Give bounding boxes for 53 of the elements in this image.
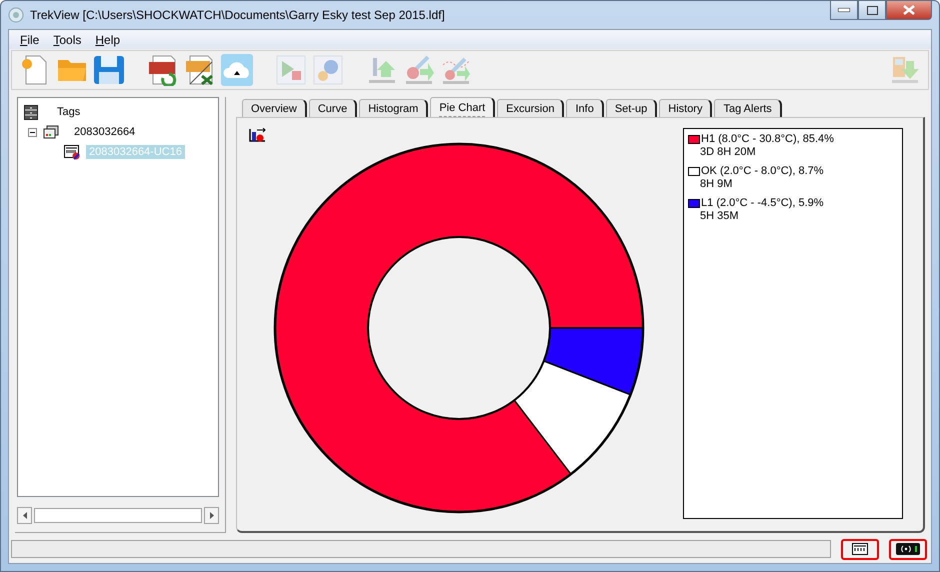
- scroll-left-button[interactable]: [17, 507, 32, 524]
- tab[interactable]: Curve: [308, 99, 358, 117]
- device-stack-icon: [43, 125, 59, 139]
- upload-arrow-icon: [367, 55, 397, 85]
- tab[interactable]: Set-up: [606, 99, 658, 117]
- minimize-icon: [838, 8, 850, 12]
- window-title: TrekView [C:\Users\SHOCKWATCH\Documents\Garry Esky test Sep 2015.ldf]: [30, 8, 445, 22]
- menu-item[interactable]: Help: [88, 32, 128, 46]
- legend-label: OK (2.0°C - 8.0°C), 8.7%: [701, 165, 824, 178]
- maximize-button[interactable]: [858, 1, 886, 20]
- toolbar-button[interactable]: [92, 53, 126, 87]
- pdf-document-icon: [147, 54, 179, 86]
- tag-device-icon: [852, 543, 868, 555]
- maximize-icon: [866, 6, 878, 14]
- tree-item[interactable]: 2083032664: [71, 125, 138, 139]
- right-arrow-icon: [210, 512, 214, 519]
- cloud-upload-icon: [221, 54, 253, 86]
- menu-item[interactable]: Tools: [46, 32, 88, 46]
- tab[interactable]: Pie Chart: [430, 97, 496, 117]
- legend-duration: 3D 8H 20M: [699, 146, 757, 159]
- tab[interactable]: Overview: [242, 99, 307, 117]
- save-icon: [93, 55, 125, 85]
- legend-label: H1 (8.0°C - 30.8°C), 85.4%: [701, 133, 834, 146]
- minimize-button[interactable]: [830, 1, 858, 20]
- menu-item[interactable]: File: [13, 32, 46, 46]
- tag-device-icon: [64, 144, 80, 160]
- legend-duration: 8H 9M: [699, 178, 734, 191]
- csv-document-icon: [184, 54, 216, 86]
- thermometer-chart-icon: [441, 55, 471, 85]
- collapse-icon[interactable]: [28, 128, 37, 136]
- scrollbar-track[interactable]: [34, 508, 202, 523]
- chart-export-icon[interactable]: [249, 128, 266, 142]
- tab[interactable]: Histogram: [359, 99, 428, 117]
- cabinet-icon: [24, 104, 38, 120]
- scroll-right-button[interactable]: [204, 507, 219, 524]
- wireless-reader-icon: [896, 543, 920, 555]
- legend-label: L1 (2.0°C - -4.5°C), 5.9%: [701, 197, 824, 210]
- tab[interactable]: History: [659, 99, 712, 117]
- left-arrow-icon: [22, 512, 26, 519]
- tab[interactable]: Excursion: [497, 99, 564, 117]
- app-icon: [8, 7, 24, 23]
- tab[interactable]: Info: [566, 99, 604, 117]
- download-icon: [890, 55, 920, 85]
- status-button[interactable]: [889, 538, 927, 560]
- legend-duration: 5H 35M: [699, 210, 740, 223]
- tree-item[interactable]: Tags: [54, 105, 84, 119]
- thermometer-icon: [404, 55, 434, 85]
- tab[interactable]: Tag Alerts: [714, 99, 782, 117]
- close-icon: [903, 5, 915, 15]
- play-stop-icon: [276, 55, 306, 85]
- gears-icon: [313, 55, 343, 85]
- close-button[interactable]: [886, 1, 932, 20]
- status-button[interactable]: [841, 538, 879, 560]
